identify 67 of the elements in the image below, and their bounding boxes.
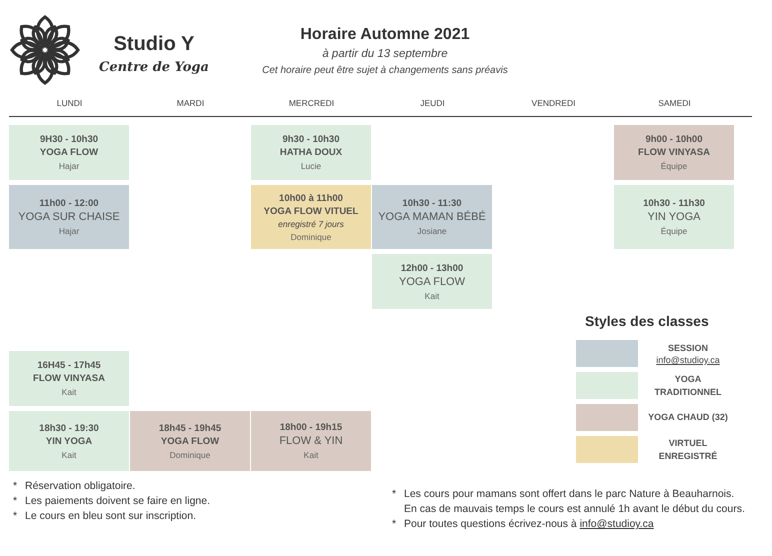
class-name: HATHA DOUX (280, 147, 342, 158)
class-time: 10h30 - 11h30 (643, 198, 705, 209)
note-asterisk: * (392, 517, 398, 532)
note-asterisk: * (392, 487, 398, 502)
day-heading: VENDREDI (530, 98, 576, 108)
note-text: Réservation obligatoire. (25, 479, 136, 494)
schedule-note: Cet horaire peut être sujet à changements sans préavis (262, 65, 508, 76)
class-teacher: Dominique (290, 232, 332, 242)
legend-title: Styles des classes (585, 313, 710, 329)
class-name: FLOW & YIN (279, 435, 343, 447)
class-time: 18h00 - 19h15 (280, 422, 342, 433)
class-time: 18h30 - 19:30 (39, 422, 99, 434)
class-teacher: Équipe (660, 226, 688, 236)
day-heading: JEUDI (419, 98, 446, 108)
legend-label: VIRTUEL ENREGISTRÉ (658, 436, 718, 462)
class-teacher: Équipe (660, 161, 688, 171)
schedule-title: Horaire Automne 2021 (300, 26, 470, 44)
class-teacher: Kait (62, 387, 76, 397)
schedule-subtitle: à partir du 13 septembre (322, 48, 448, 60)
note-text: Le cours en bleu sont sur inscription. (25, 509, 196, 524)
class-time: 10h30 - 11:30 (402, 198, 462, 209)
class-time: 9h00 - 10h00 (645, 134, 703, 145)
class-name: YOGA MAMAN BÉBÉ (378, 211, 486, 223)
class-name: YIN YOGA (648, 211, 700, 223)
class-name: YOGA SUR CHAISE (18, 211, 120, 223)
note-text: Pour toutes questions écrivez-nous à (404, 518, 578, 530)
class-time: 16H45 - 17h45 (37, 360, 101, 371)
class-teacher: Kait (424, 290, 440, 300)
class-time: 18h45 - 19h45 (158, 422, 222, 434)
class-name: FLOW VINYASA (33, 373, 105, 384)
class-teacher: Kait (304, 450, 318, 460)
class-name: YOGA FLOW (398, 276, 465, 288)
class-teacher: Josiane (417, 226, 447, 236)
class-name: FLOW VINYASA (638, 147, 710, 158)
class-teacher: Dominique (170, 450, 210, 460)
class-time: 9H30 - 10h30 (40, 134, 98, 145)
class-teacher: Hajar (58, 161, 80, 171)
class-teacher: Kait (62, 450, 76, 460)
class-name: YOGA FLOW (40, 147, 98, 158)
day-heading: LUNDI (56, 98, 84, 108)
note-asterisk: * (13, 509, 18, 524)
email-link[interactable]: info@studioy.ca (656, 354, 720, 365)
lotus-logo-icon (9, 14, 81, 86)
class-time: 12h00 - 13h00 (400, 262, 464, 274)
class-note: enregistré 7 jours (278, 218, 344, 228)
day-heading: MARDI (176, 98, 206, 108)
class-time: 11h00 - 12:00 (39, 198, 99, 209)
note-text: Les paiements doivent se faire en ligne. (25, 494, 210, 509)
studio-tagline: Centre de Yoga (99, 60, 209, 75)
email-link[interactable]: info@studioy.ca (580, 518, 654, 530)
day-heading: MERCREDI (288, 98, 336, 108)
note-text: En cas de mauvais temps le cours est annulé 1h avant le début du cours. (404, 503, 745, 515)
legend-label: YOGA CHAUD (32) (648, 411, 728, 424)
note-asterisk: * (13, 479, 18, 494)
note-text: Les cours pour mamans sont offert dans le parc Nature à Beauharnois. (404, 488, 734, 500)
class-teacher: Lucie (300, 161, 322, 171)
class-teacher: Hajar (58, 226, 80, 236)
legend-label: YOGA TRADITIONNEL (654, 372, 722, 398)
class-time: 10h00 à 11h00 (279, 192, 343, 204)
legend-label: SESSION (668, 342, 708, 355)
class-name: YIN YOGA (46, 436, 92, 446)
note-asterisk: * (13, 494, 18, 509)
class-name: YOGA FLOW VITUEL (264, 206, 358, 216)
class-time: 9h30 - 10h30 (282, 134, 340, 145)
day-heading: SAMEDI (657, 98, 692, 108)
studio-name: Studio Y (114, 33, 194, 56)
class-name: YOGA FLOW (160, 436, 220, 446)
